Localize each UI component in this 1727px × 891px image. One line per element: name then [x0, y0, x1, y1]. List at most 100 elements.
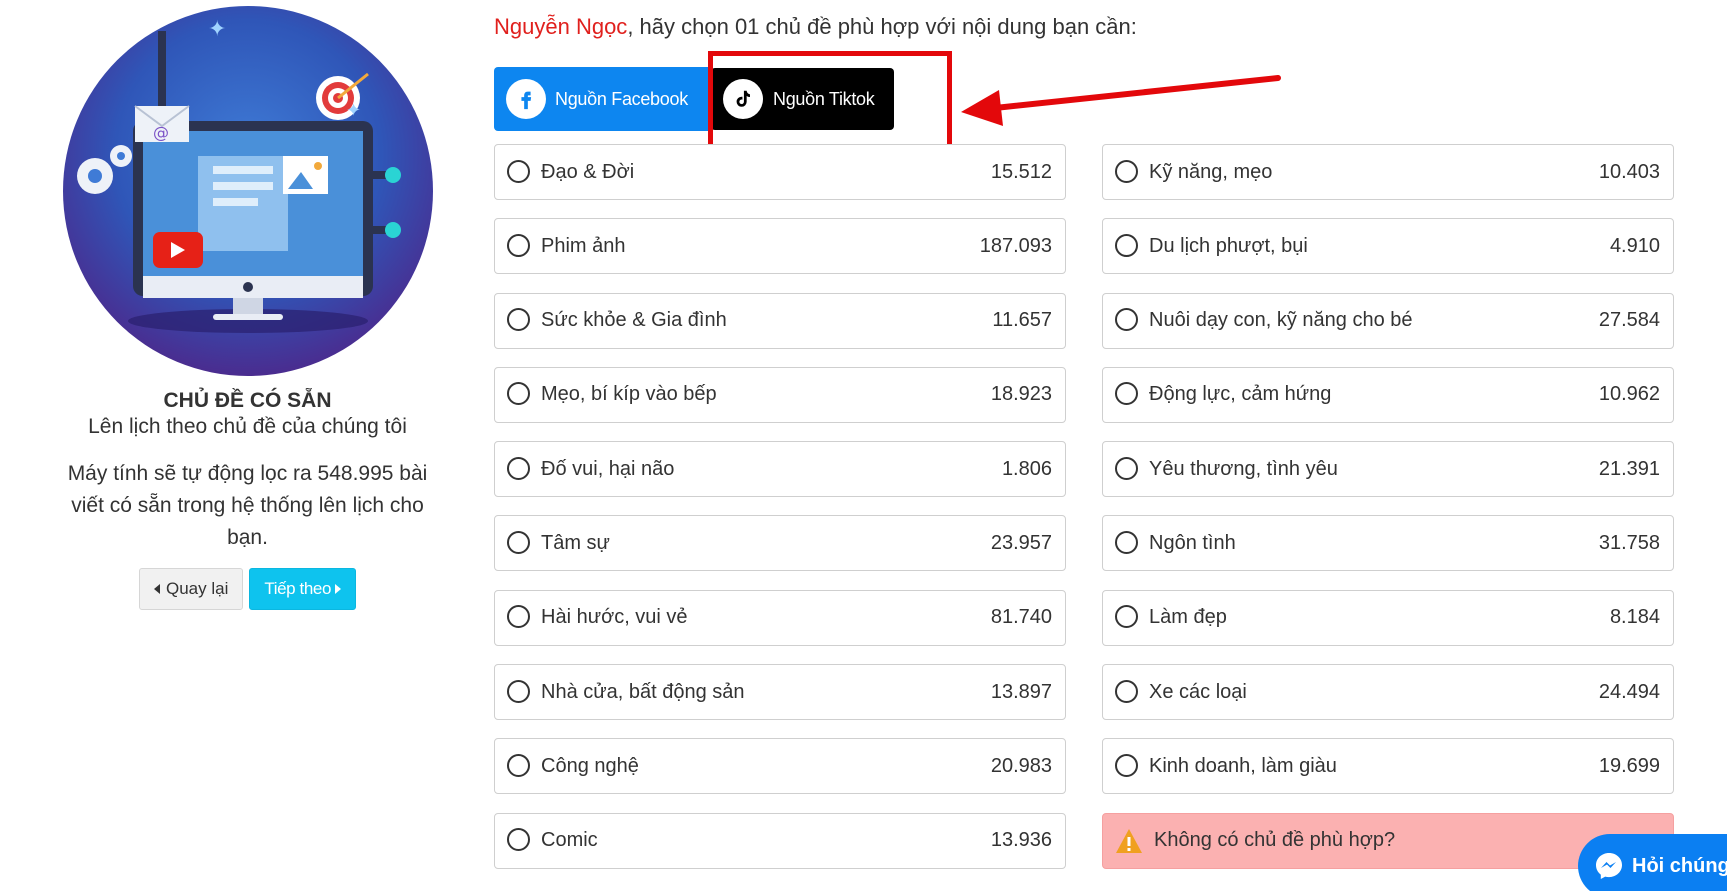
topic-label: Hài hước, vui vẻ — [541, 606, 688, 629]
topic-count: 13.897 — [990, 680, 1052, 703]
radio-button[interactable] — [507, 456, 530, 480]
back-button[interactable]: Quay lại — [138, 568, 244, 610]
topic-option[interactable]: Đạo & Đời 15.512 — [494, 144, 1066, 200]
tab-facebook[interactable]: Nguồn Facebook — [494, 67, 710, 131]
radio-button[interactable] — [1115, 233, 1138, 257]
topic-option[interactable]: Động lực, cảm hứng 10.962 — [1102, 366, 1674, 423]
warning-icon — [1116, 828, 1142, 853]
topic-heading: CHỦ ĐỀ CÓ SẴN — [163, 389, 332, 412]
prompt-text: , hãy chọn 01 chủ đề phù hợp với nội dun… — [627, 14, 1137, 39]
radio-button[interactable] — [507, 530, 530, 554]
topic-label: Phim ảnh — [541, 234, 626, 257]
topic-count: 24.494 — [1598, 680, 1660, 703]
topic-label: Ngôn tình — [1149, 531, 1236, 554]
topic-option[interactable]: Du lịch phượt, bụi 4.910 — [1102, 218, 1674, 275]
left-panel: CHỦ ĐỀ CÓ SẴN Lên lịch theo chủ đề của c… — [50, 388, 445, 610]
topic-label: Du lịch phượt, bụi — [1149, 234, 1308, 257]
tab-facebook-label: Nguồn Facebook — [555, 88, 688, 109]
topic-option[interactable]: Tâm sự 23.957 — [494, 515, 1066, 572]
next-button[interactable]: Tiếp theo — [249, 568, 357, 610]
topic-label: Đố vui, hại não — [541, 457, 675, 480]
topic-option[interactable]: Hài hước, vui vẻ 81.740 — [494, 589, 1066, 646]
topic-option[interactable]: Mẹo, bí kíp vào bếp 18.923 — [494, 366, 1066, 423]
topic-label: Tâm sự — [541, 531, 610, 554]
topic-option[interactable]: Đố vui, hại não 1.806 — [494, 441, 1066, 498]
topic-count: 21.391 — [1598, 457, 1660, 480]
topic-count: 15.512 — [990, 160, 1052, 183]
topic-option[interactable]: Kỹ năng, mẹo 10.403 — [1102, 144, 1674, 200]
next-button-label: Tiếp theo — [264, 579, 332, 598]
topic-label: Kinh doanh, làm giàu — [1149, 754, 1337, 777]
radio-button[interactable] — [1115, 679, 1138, 703]
radio-button[interactable] — [507, 308, 530, 332]
chat-label: Hỏi chúng — [1632, 854, 1727, 877]
topic-count: 1.806 — [1001, 457, 1052, 480]
topic-count: 19.699 — [1598, 754, 1660, 777]
highlight-box — [708, 51, 952, 159]
topic-label: Nuôi dạy con, kỹ năng cho bé — [1149, 309, 1413, 332]
no-topic-label: Không có chủ đề phù hợp? — [1154, 829, 1396, 852]
topic-label: Yêu thương, tình yêu — [1149, 457, 1338, 480]
topic-label: Mẹo, bí kíp vào bếp — [541, 383, 717, 406]
topic-count: 10.962 — [1598, 383, 1660, 406]
topic-count: 10.403 — [1598, 160, 1660, 183]
topic-option[interactable]: Xe các loại 24.494 — [1102, 664, 1674, 721]
radio-button[interactable] — [1115, 159, 1138, 183]
topic-option[interactable]: Nuôi dạy con, kỹ năng cho bé 27.584 — [1102, 292, 1674, 349]
radio-button[interactable] — [1115, 456, 1138, 480]
topic-option[interactable]: Nhà cửa, bất động sản 13.897 — [494, 664, 1066, 721]
topic-option[interactable]: Comic 13.936 — [494, 812, 1066, 869]
topic-label: Đạo & Đời — [541, 160, 635, 183]
topic-count: 31.758 — [1598, 531, 1660, 554]
radio-button[interactable] — [507, 382, 530, 406]
topic-option[interactable]: Công nghệ 20.983 — [494, 738, 1066, 795]
topic-count: 8.184 — [1609, 606, 1660, 629]
topic-count: 27.584 — [1598, 309, 1660, 332]
radio-button[interactable] — [507, 605, 530, 629]
svg-text:✦: ✦ — [346, 100, 361, 121]
topic-count: 23.957 — [990, 531, 1052, 554]
radio-button[interactable] — [1115, 753, 1138, 777]
topic-illustration: @ ✦ ✦ — [63, 6, 433, 376]
topic-option[interactable]: Sức khỏe & Gia đình 11.657 — [494, 292, 1066, 349]
topic-option[interactable]: Kinh doanh, làm giàu 19.699 — [1102, 738, 1674, 795]
radio-button[interactable] — [1115, 308, 1138, 332]
user-name: Nguyễn Ngọc — [494, 14, 628, 39]
topic-label: Nhà cửa, bất động sản — [541, 680, 745, 703]
topic-subheading: Lên lịch theo chủ đề của chúng tôi — [88, 415, 407, 438]
messenger-chat-button[interactable]: Hỏi chúng — [1578, 834, 1727, 891]
topic-option[interactable]: Phim ảnh 187.093 — [494, 218, 1066, 275]
topic-option[interactable]: Ngôn tình 31.758 — [1102, 515, 1674, 572]
radio-button[interactable] — [507, 828, 530, 852]
topic-label: Làm đẹp — [1149, 606, 1227, 629]
topic-label: Kỹ năng, mẹo — [1149, 160, 1273, 183]
topic-count: 11.657 — [992, 309, 1052, 332]
topic-description: Máy tính sẽ tự động lọc ra 548.995 bài v… — [67, 462, 428, 549]
topic-count: 13.936 — [990, 829, 1052, 852]
topic-prompt: Nguyễn Ngọc, hãy chọn 01 chủ đề phù hợp … — [494, 14, 1137, 40]
back-button-label: Quay lại — [165, 579, 229, 598]
topic-label: Động lực, cảm hứng — [1149, 383, 1332, 406]
topic-label: Comic — [541, 829, 598, 852]
topic-option[interactable]: Làm đẹp 8.184 — [1102, 589, 1674, 646]
radio-button[interactable] — [1115, 530, 1138, 554]
topic-count: 187.093 — [979, 234, 1052, 257]
svg-text:@: @ — [153, 123, 169, 142]
topics-left-column: Đạo & Đời 15.512 Phim ảnh 187.093 Sức khỏe… — [494, 144, 1066, 887]
topic-option[interactable]: Yêu thương, tình yêu 21.391 — [1102, 441, 1674, 498]
radio-button[interactable] — [507, 753, 530, 777]
radio-button[interactable] — [507, 233, 530, 257]
topic-label: Công nghệ — [541, 754, 639, 777]
radio-button[interactable] — [507, 159, 530, 183]
topic-label: Sức khỏe & Gia đình — [541, 309, 727, 332]
topics-right-column: Kỹ năng, mẹo 10.403 Du lịch phượt, bụi 4.9… — [1102, 144, 1674, 869]
topic-count: 18.923 — [990, 383, 1052, 406]
caret-left-icon — [153, 584, 160, 594]
caret-right-icon — [335, 584, 342, 594]
radio-button[interactable] — [1115, 605, 1138, 629]
topic-label: Xe các loại — [1149, 680, 1247, 703]
radio-button[interactable] — [1115, 382, 1138, 406]
radio-button[interactable] — [507, 679, 530, 703]
messenger-icon — [1596, 853, 1622, 879]
svg-text:✦: ✦ — [208, 17, 226, 42]
